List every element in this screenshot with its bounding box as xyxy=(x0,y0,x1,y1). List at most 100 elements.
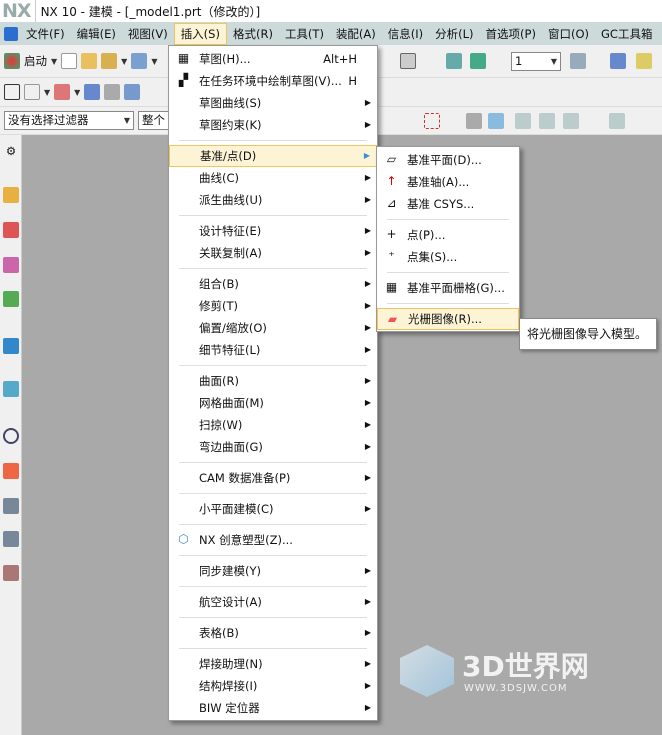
menu-item-label: 曲面(R) xyxy=(199,374,239,388)
web-browser-icon[interactable] xyxy=(3,338,19,354)
start-icon[interactable] xyxy=(4,53,20,69)
sketch-tool-icon[interactable] xyxy=(4,84,20,100)
menu-item[interactable]: 航空设计(A) ▶ xyxy=(169,591,377,613)
snap-intersect-icon[interactable] xyxy=(632,113,648,129)
menu-item-label: 草图(H)... xyxy=(199,52,251,66)
menu-11[interactable]: GC工具箱 xyxy=(595,23,658,45)
menu-9[interactable]: 首选项(P) xyxy=(480,23,542,45)
menu-0[interactable]: 文件(F) xyxy=(20,23,71,45)
menu-item[interactable]: 细节特征(L) ▶ xyxy=(169,339,377,361)
menu-item[interactable]: 弯边曲面(G) ▶ xyxy=(169,436,377,458)
snap-curve-icon[interactable] xyxy=(588,113,604,129)
measure-icon[interactable] xyxy=(610,53,626,69)
sketch-icon: ▦ xyxy=(177,51,190,65)
menu-item[interactable]: ▰ 光栅图像(R)... xyxy=(377,308,519,330)
datum-plane-tool-icon[interactable] xyxy=(24,84,40,100)
menu-item-label: 弯边曲面(G) xyxy=(199,440,263,454)
menu-item-label: 点集(S)... xyxy=(407,250,458,264)
process-studio-icon[interactable] xyxy=(3,531,19,547)
menu-1[interactable]: 编辑(E) xyxy=(71,23,122,45)
menu-item[interactable]: 基准/点(D) ▶ xyxy=(169,145,377,167)
submenu-arrow-icon: ▶ xyxy=(364,398,371,407)
menu-12[interactable]: 帮助 xyxy=(658,23,662,45)
menu-6[interactable]: 装配(A) xyxy=(330,23,382,45)
menu-item-label: 草图约束(K) xyxy=(199,118,262,132)
menu-item[interactable]: 小平面建模(C) ▶ xyxy=(169,498,377,520)
extrude-icon[interactable] xyxy=(54,84,71,100)
selection-filter-select[interactable]: 没有选择过滤器 ▼ xyxy=(4,111,134,130)
menu-item[interactable]: BIW 定位器 ▶ xyxy=(169,697,377,719)
color-icon[interactable] xyxy=(400,53,416,69)
menu-3[interactable]: 插入(S) xyxy=(173,22,227,45)
view-icon[interactable] xyxy=(446,53,462,69)
menu-2[interactable]: 视图(V) xyxy=(122,23,174,45)
menu-item[interactable]: 网格曲面(M) ▶ xyxy=(169,392,377,414)
select-box-icon[interactable] xyxy=(424,112,440,129)
submenu-arrow-icon: ▶ xyxy=(364,420,371,429)
ruler-icon[interactable] xyxy=(636,53,652,69)
menu-item[interactable]: 表格(B) ▶ xyxy=(169,622,377,644)
menu-7[interactable]: 信息(I) xyxy=(382,23,429,45)
recent-files-icon[interactable] xyxy=(101,53,118,69)
box-icon[interactable] xyxy=(488,112,504,129)
settings-icon[interactable]: ⚙ xyxy=(3,143,19,159)
menu-item[interactable]: 组合(B) ▶ xyxy=(169,273,377,295)
shaded-icon[interactable] xyxy=(466,112,482,129)
menu-item[interactable]: 派生曲线(U) ▶ xyxy=(169,189,377,211)
save-icon[interactable] xyxy=(131,53,148,69)
assembly-navigator-icon[interactable] xyxy=(3,222,19,238)
layer-select[interactable]: 1 ▼ xyxy=(511,52,561,71)
menu-item[interactable]: 草图曲线(S) ▶ xyxy=(169,92,377,114)
reuse-library-icon[interactable] xyxy=(3,291,19,307)
window-title: NX 10 - 建模 - [_model1.prt（修改的）] xyxy=(40,4,261,19)
snap-point-icon[interactable] xyxy=(515,112,531,129)
menu-item[interactable]: ⬡ NX 创意塑型(Z)... xyxy=(169,529,377,551)
roles-icon[interactable] xyxy=(3,463,19,479)
chamfer-icon[interactable] xyxy=(124,84,141,100)
menu-item[interactable]: 设计特征(E) ▶ xyxy=(169,220,377,242)
menu-item[interactable]: 同步建模(Y) ▶ xyxy=(169,560,377,582)
part-navigator-icon[interactable] xyxy=(3,187,19,203)
menu-item[interactable]: 草图约束(K) ▶ xyxy=(169,114,377,136)
menu-item[interactable]: 曲线(C) ▶ xyxy=(169,167,377,189)
menu-item[interactable]: CAM 数据准备(P) ▶ xyxy=(169,467,377,489)
menu-4[interactable]: 格式(R) xyxy=(227,23,279,45)
start-button[interactable]: 启动 xyxy=(24,53,47,69)
open-file-icon[interactable] xyxy=(81,53,98,69)
snap-mid-icon[interactable] xyxy=(563,112,579,129)
menu-item-label: BIW 定位器 xyxy=(199,701,260,715)
menu-item-label: 航空设计(A) xyxy=(199,595,262,609)
menu-item[interactable]: 修剪(T) ▶ xyxy=(169,295,377,317)
menu-item[interactable]: 曲面(R) ▶ xyxy=(169,370,377,392)
menu-item[interactable]: 扫掠(W) ▶ xyxy=(169,414,377,436)
system-materials-icon[interactable] xyxy=(3,498,19,514)
menu-10[interactable]: 窗口(O) xyxy=(542,23,595,45)
app-icon[interactable] xyxy=(4,26,18,41)
snap-end-icon[interactable] xyxy=(539,112,555,129)
menu-item[interactable]: 关联复制(A) ▶ xyxy=(169,242,377,264)
view2-icon[interactable] xyxy=(470,53,486,69)
constraint-navigator-icon[interactable] xyxy=(3,257,19,273)
menu-item[interactable]: 结构焊接(I) ▶ xyxy=(169,675,377,697)
hole-icon[interactable] xyxy=(84,84,101,100)
clock-icon[interactable] xyxy=(3,428,19,444)
menu-item[interactable]: ▞ 在任务环境中绘制草图(V)... H xyxy=(169,70,377,92)
menu-8[interactable]: 分析(L) xyxy=(429,23,479,45)
new-file-icon[interactable] xyxy=(61,53,78,69)
menu-item-label: CAM 数据准备(P) xyxy=(199,471,291,485)
menu-item[interactable]: ▦ 基准平面栅格(G)... xyxy=(377,277,519,299)
snap-control-icon[interactable] xyxy=(609,112,625,129)
history-icon[interactable] xyxy=(3,381,19,397)
menu-5[interactable]: 工具(T) xyxy=(279,23,330,45)
menu-item[interactable]: 偏置/缩放(O) ▶ xyxy=(169,317,377,339)
menu-item[interactable]: ▦ 草图(H)... Alt+H xyxy=(169,48,377,70)
menu-item[interactable]: + 点(P)... xyxy=(377,224,519,246)
palette-icon[interactable] xyxy=(3,565,19,581)
menu-item[interactable]: ⊿ 基准 CSYS... xyxy=(377,193,519,215)
layer-settings-icon[interactable] xyxy=(570,53,586,69)
menu-item[interactable]: 焊接助理(N) ▶ xyxy=(169,653,377,675)
menu-item[interactable]: ↑ 基准轴(A)... xyxy=(377,171,519,193)
menu-item[interactable]: ⁺ 点集(S)... xyxy=(377,246,519,268)
menu-item[interactable]: ▱ 基准平面(D)... xyxy=(377,149,519,171)
blend-icon[interactable] xyxy=(104,84,121,100)
